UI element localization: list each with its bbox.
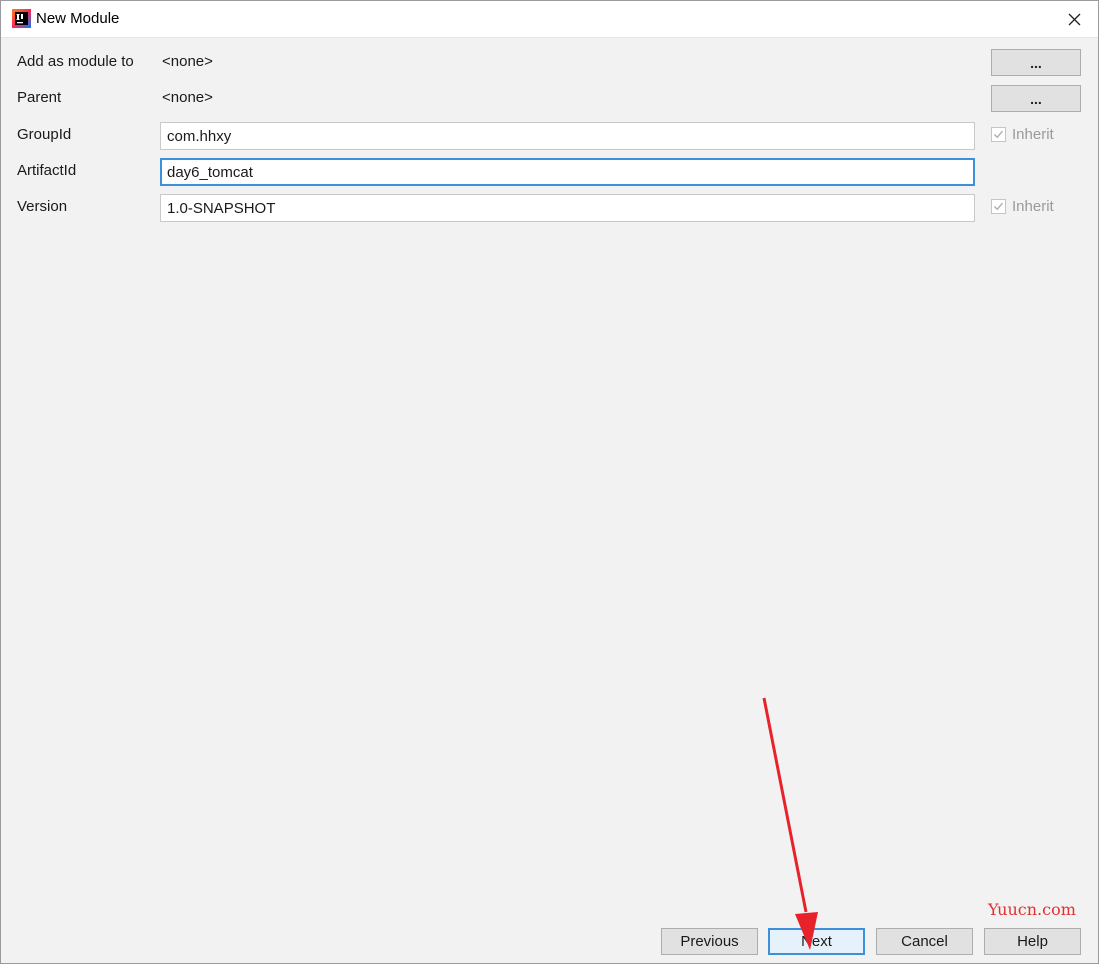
- title-bar: New Module: [0, 0, 1099, 38]
- previous-button[interactable]: Previous: [661, 928, 758, 955]
- watermark: Yuucn.com: [988, 900, 1076, 919]
- group-id-inherit-label: Inherit: [1012, 126, 1054, 143]
- add-as-module-browse-button[interactable]: ...: [991, 49, 1081, 76]
- close-button[interactable]: [1059, 4, 1089, 34]
- parent-browse-button[interactable]: ...: [991, 85, 1081, 112]
- window-title: New Module: [36, 10, 120, 27]
- group-id-inherit-checkbox[interactable]: Inherit: [991, 126, 1054, 143]
- version-inherit-label: Inherit: [1012, 198, 1054, 215]
- group-id-label: GroupId: [17, 126, 72, 143]
- intellij-idea-icon: [12, 9, 31, 28]
- cancel-button[interactable]: Cancel: [876, 928, 973, 955]
- artifact-id-label: ArtifactId: [17, 162, 77, 179]
- artifact-id-input[interactable]: [160, 158, 975, 186]
- parent-value: <none>: [162, 89, 213, 106]
- add-as-module-value: <none>: [162, 53, 213, 70]
- checkbox-checked-icon: [991, 127, 1006, 142]
- version-label: Version: [17, 198, 68, 215]
- next-button[interactable]: Next: [768, 928, 865, 955]
- add-as-module-label: Add as module to: [17, 53, 134, 70]
- version-input[interactable]: [160, 194, 975, 222]
- help-button[interactable]: Help: [984, 928, 1081, 955]
- checkbox-checked-icon: [991, 199, 1006, 214]
- group-id-input[interactable]: [160, 122, 975, 150]
- version-inherit-checkbox[interactable]: Inherit: [991, 198, 1054, 215]
- parent-label: Parent: [17, 89, 62, 106]
- close-icon: [1068, 13, 1080, 25]
